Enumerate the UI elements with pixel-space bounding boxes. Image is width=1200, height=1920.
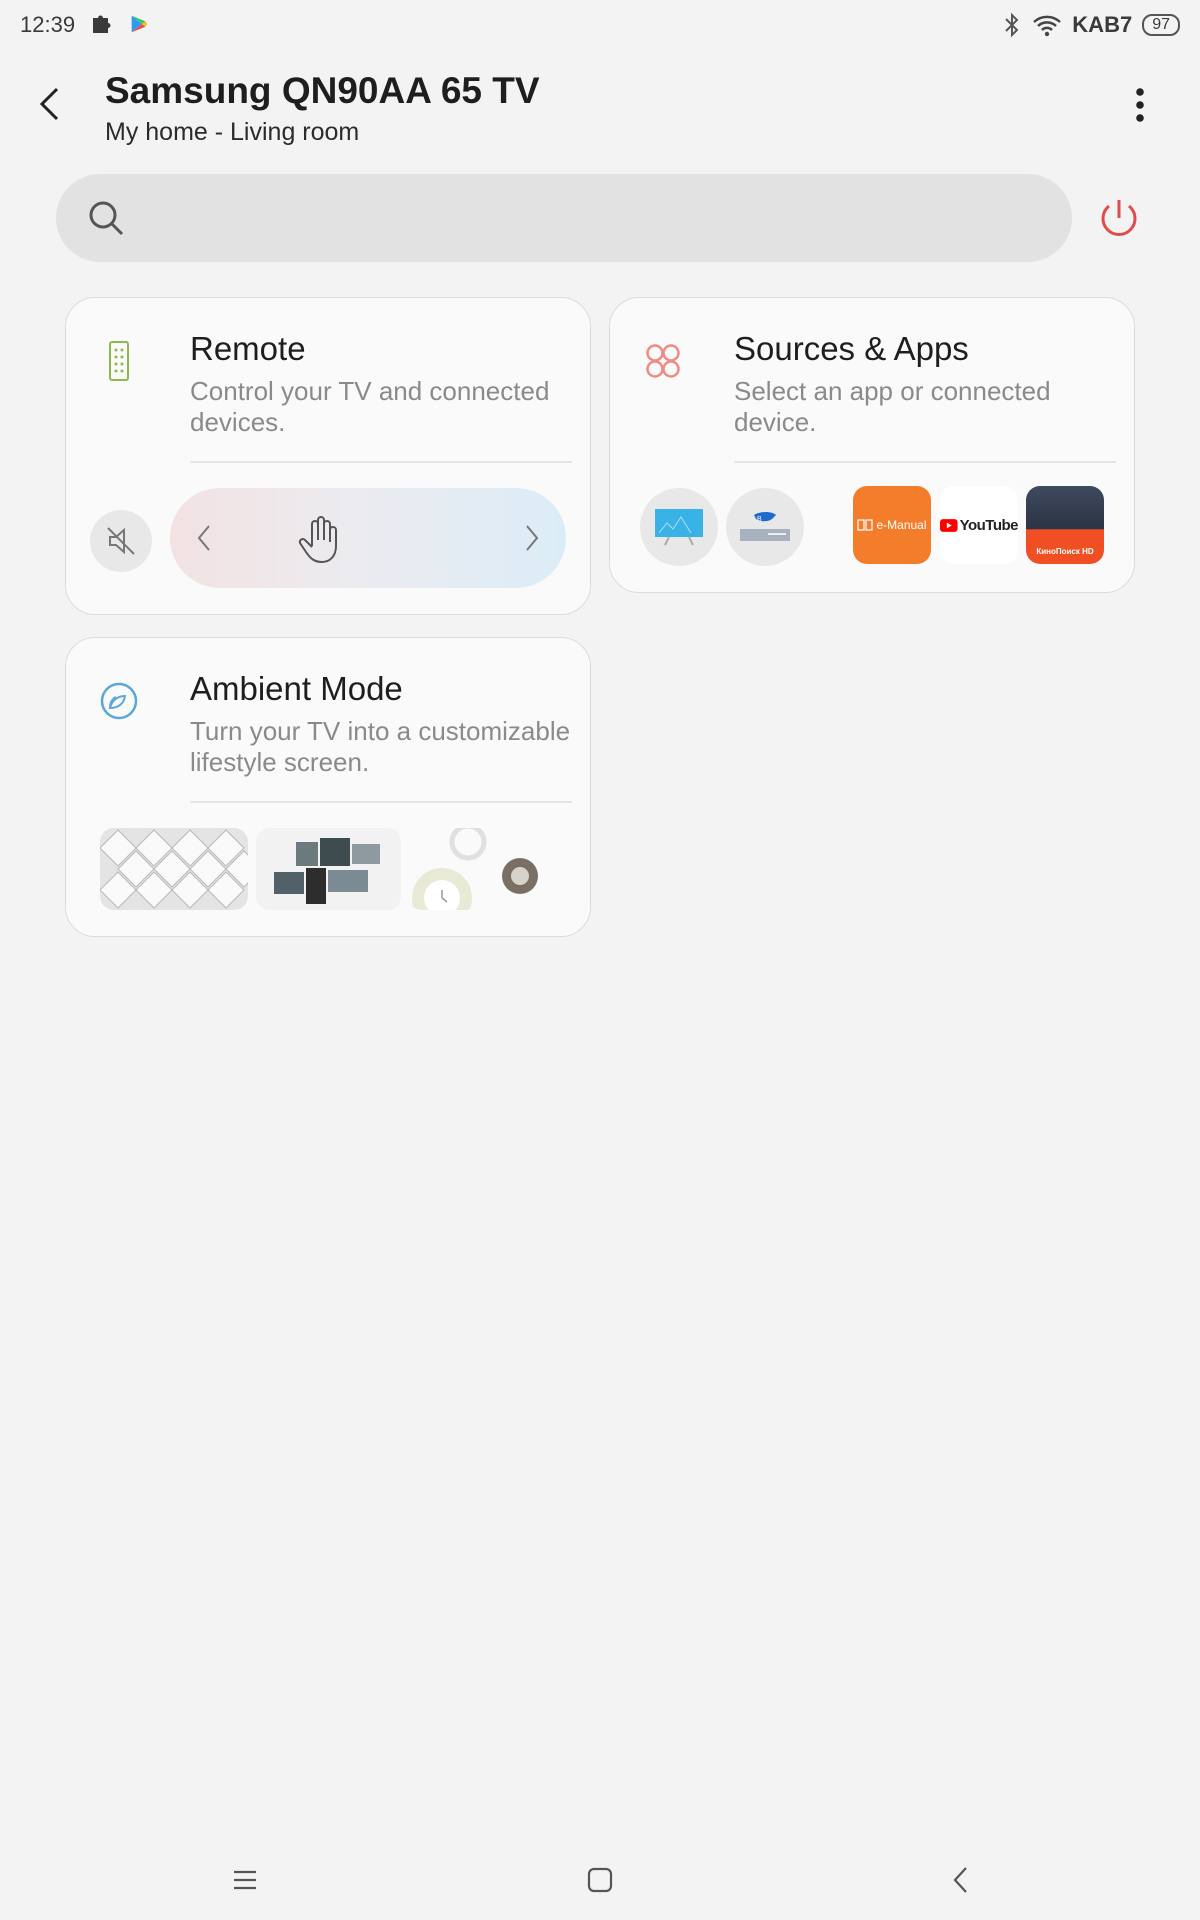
play-store-icon [131,15,148,33]
card-divider [190,461,572,463]
ambient-clock-thumbnail[interactable] [408,828,558,910]
status-bar: 12:39 KAB7 97 [0,0,1200,50]
status-time: 12:39 [20,12,76,37]
app-youtube-label: YouTube [959,516,1018,534]
apps-grid-icon [646,344,680,378]
youtube-play-icon [940,518,958,532]
chevron-left-icon [197,525,210,551]
page-title: Samsung QN90AA 65 TV [105,70,540,111]
puzzle-icon [93,15,111,33]
header: Samsung QN90AA 65 TV My home - Living ro… [0,60,1200,160]
nav-back-button[interactable] [930,1850,990,1910]
remote-card[interactable]: Remote Control your TV and connected dev… [65,297,591,615]
power-button[interactable] [1094,194,1144,244]
ambient-mode-card[interactable]: Ambient Mode Turn your TV into a customi… [65,637,591,937]
page-subtitle: My home - Living room [105,118,360,146]
source-tv[interactable] [640,488,718,566]
chevron-left-icon [39,87,59,121]
navigation-bar [0,1840,1200,1920]
search-bar[interactable] [56,174,1072,262]
ambient-photo-collage-thumbnail[interactable] [256,828,401,910]
ambient-description: Turn your TV into a customizable lifesty… [190,716,571,777]
chevron-right-icon [526,525,539,551]
wifi-icon [1033,15,1062,37]
touchpad-right-button[interactable] [512,513,552,563]
remote-icon [109,341,129,381]
battery-icon: 97 [1142,14,1180,36]
app-emanual-label: e-Manual [876,518,927,532]
app-emanual[interactable]: e-Manual [853,486,931,564]
app-kinopoisk[interactable]: КиноПоиск HD [1026,486,1104,564]
bluetooth-icon [1005,12,1019,38]
ambient-leaf-icon [100,682,138,720]
clock-decor-image [412,828,538,910]
more-options-button[interactable] [1120,80,1160,130]
more-vertical-icon [1136,88,1144,122]
remote-title: Remote [190,330,306,367]
chevron-left-icon [953,1867,967,1893]
book-icon [857,519,874,531]
touchpad-left-button[interactable] [184,513,224,563]
search-icon [89,201,124,236]
source-bluray[interactable]: B [726,488,804,566]
card-divider [190,801,572,803]
menu-icon [234,1870,256,1890]
card-divider [734,461,1116,463]
tv-icon [655,509,703,546]
touch-hand-icon [298,516,337,564]
back-button[interactable] [28,82,72,126]
home-square-icon [587,1867,613,1893]
status-right: KAB7 97 [1002,10,1180,40]
app-kinopoisk-label: КиноПоиск HD [1036,547,1094,556]
remote-description: Control your TV and connected devices. [190,376,550,437]
svg-text:B: B [757,516,762,523]
sources-apps-card[interactable]: Sources & Apps Select an app or connecte… [609,297,1135,593]
search-input[interactable] [146,194,1026,242]
ambient-title: Ambient Mode [190,670,403,707]
photo-collage-image [256,828,401,910]
ambient-pattern-thumbnail[interactable] [100,828,248,910]
bluray-player-icon: B [740,512,790,541]
nav-recents-button[interactable] [215,1850,275,1910]
mute-icon [107,527,135,555]
nav-home-button[interactable] [570,1850,630,1910]
app-youtube[interactable]: YouTube [940,486,1018,564]
network-name: KAB7 [1072,12,1133,37]
diamond-pattern-image [100,828,248,910]
mute-button[interactable] [90,510,152,572]
touchpad[interactable] [170,488,566,588]
sources-description: Select an app or connected device. [734,376,1051,437]
sources-title: Sources & Apps [734,330,969,367]
